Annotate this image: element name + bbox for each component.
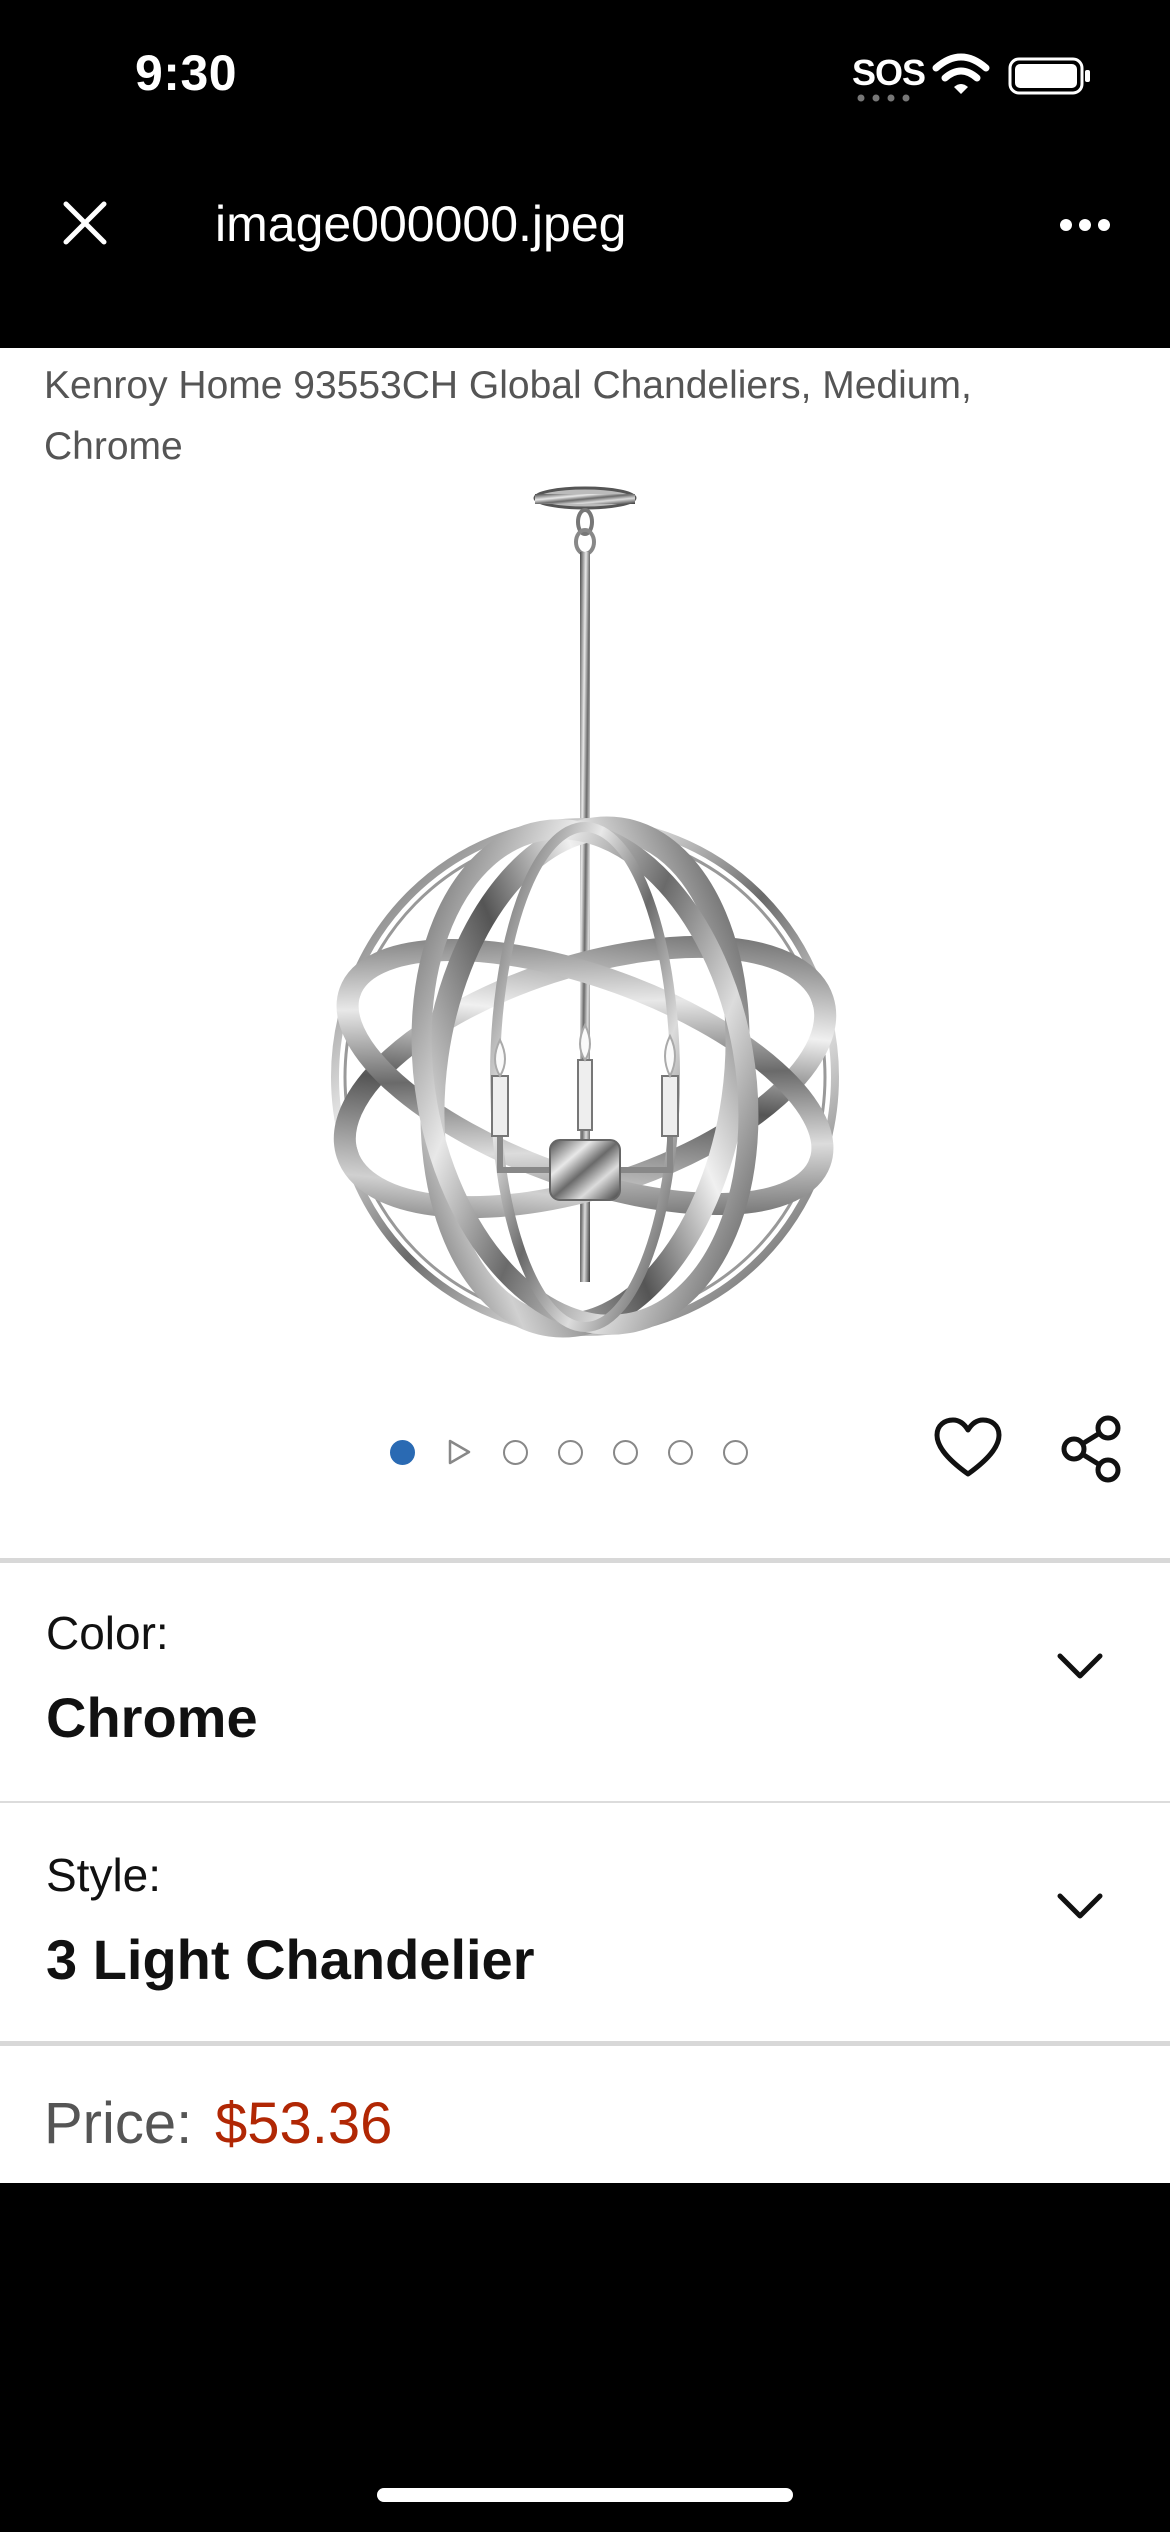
signal-dots-icon [857, 94, 910, 102]
chevron-down-icon[interactable] [1052, 1646, 1108, 1686]
carousel-dot-3[interactable] [503, 1439, 528, 1465]
share-icon[interactable] [1056, 1414, 1126, 1484]
home-indicator[interactable] [377, 2488, 793, 2502]
style-label: Style: [46, 1849, 162, 1901]
color-label: Color: [46, 1607, 169, 1659]
file-name-title: image000000.jpeg [215, 196, 627, 252]
battery-icon [1008, 57, 1090, 95]
price-value: $53.36 [215, 2091, 393, 2156]
wifi-icon [932, 53, 990, 94]
carousel-dot-1[interactable] [390, 1439, 415, 1465]
carousel-dot-6[interactable] [668, 1439, 693, 1465]
style-value: 3 Light Chandelier [46, 1928, 535, 1991]
carousel-dot-5[interactable] [613, 1439, 638, 1465]
color-option-row[interactable] [0, 1563, 1170, 1801]
close-icon [63, 201, 107, 245]
sos-indicator: SOS [852, 52, 926, 93]
carousel-dot-7[interactable] [723, 1439, 748, 1465]
color-value: Chrome [46, 1686, 258, 1749]
video-slide-play-icon[interactable] [445, 1437, 473, 1467]
heart-icon[interactable] [933, 1416, 1003, 1480]
chevron-down-icon[interactable] [1052, 1886, 1108, 1926]
section-divider [0, 2041, 1170, 2046]
product-title: Kenroy Home 93553CH Global Chandeliers, … [44, 364, 972, 468]
close-button[interactable] [50, 188, 120, 258]
price-label: Price: [44, 2091, 193, 2156]
more-icon [1060, 219, 1110, 231]
chandelier-image[interactable] [320, 480, 850, 1370]
status-time: 9:30 [135, 45, 238, 101]
more-options-button[interactable] [1050, 195, 1120, 255]
carousel-dot-4[interactable] [558, 1439, 583, 1465]
style-option-row[interactable] [0, 1803, 1170, 2043]
image-carousel-dots [390, 1430, 748, 1474]
